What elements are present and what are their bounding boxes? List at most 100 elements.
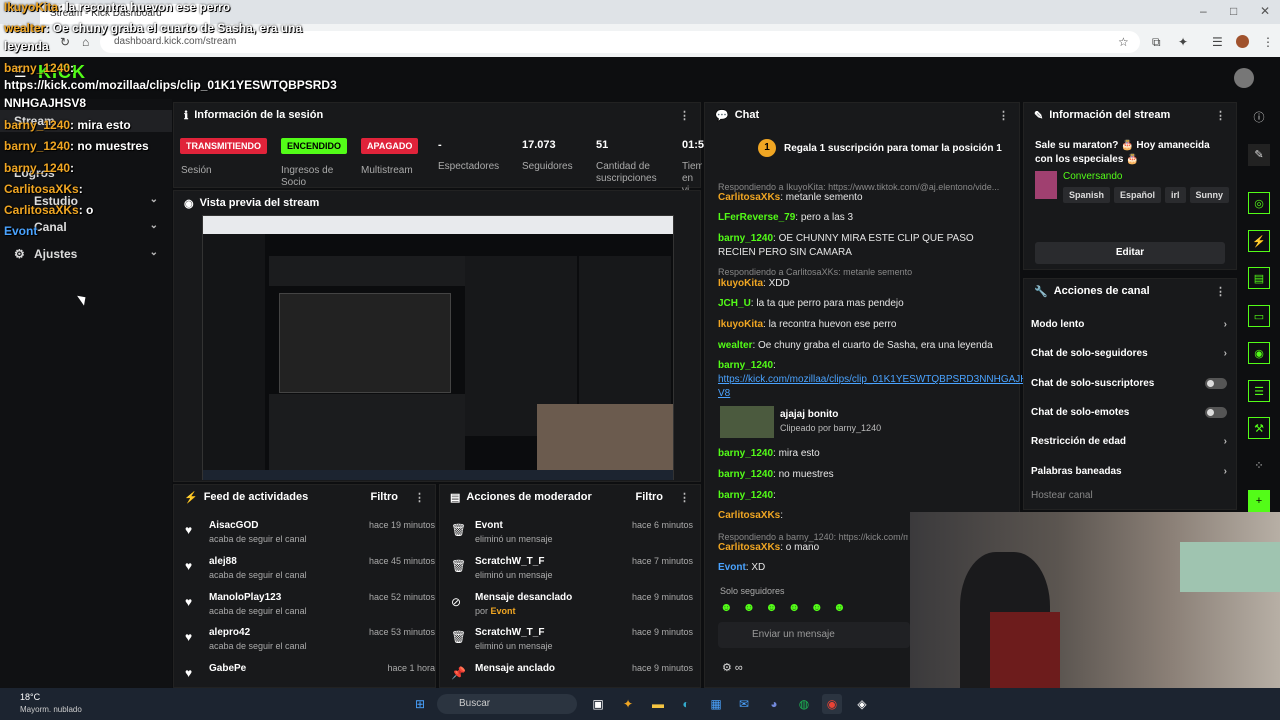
media-icon[interactable]: ☰ xyxy=(1212,35,1223,49)
outlook-icon[interactable]: ✉ xyxy=(734,694,754,714)
chrome-icon[interactable]: ◉ xyxy=(822,694,842,714)
menu-icon[interactable]: ⋮ xyxy=(1262,35,1274,49)
chevron-right-icon: › xyxy=(1223,348,1227,359)
action-age-restriction[interactable]: Restricción de edad › xyxy=(1031,436,1227,447)
wrench-icon: 🔧 xyxy=(1034,285,1048,298)
action-banned-words[interactable]: Palabras baneadas › xyxy=(1031,466,1227,477)
chat-mode-label: Solo seguidores xyxy=(720,586,785,596)
overlay-chat-line: leyenda xyxy=(4,39,49,53)
task-view-icon[interactable]: ▣ xyxy=(588,694,608,714)
chat-settings-icon[interactable]: ⚙ ∞ xyxy=(722,661,743,674)
close-icon[interactable]: ✕ xyxy=(1260,4,1270,18)
sidebar-item-ajustes[interactable]: ⚙ Ajustes ⌄ xyxy=(0,243,172,265)
chevron-right-icon: › xyxy=(1223,436,1227,447)
toggle-switch[interactable] xyxy=(1205,378,1227,389)
app-icon[interactable]: ◈ xyxy=(852,694,872,714)
more-options-icon[interactable]: ⋮ xyxy=(1215,285,1226,298)
taskbar-search[interactable]: Buscar xyxy=(437,694,577,714)
action-subscribers-only[interactable]: Chat de solo-suscriptores xyxy=(1031,378,1227,389)
home-icon[interactable]: ⌂ xyxy=(82,35,89,49)
action-slow-mode[interactable]: Modo lento › xyxy=(1031,319,1227,330)
chat-message: barny_1240: xyxy=(718,360,776,371)
chat-message: wealter: Oe chuny graba el cuarto de Sas… xyxy=(718,340,993,351)
filter-button[interactable]: Filtro xyxy=(636,491,664,503)
chat-input[interactable]: Enviar un mensaje xyxy=(718,622,910,648)
more-options-icon[interactable]: ⋮ xyxy=(1215,109,1226,122)
tag[interactable]: Spanish xyxy=(1063,187,1111,203)
extension-icon[interactable]: ⧉ xyxy=(1152,35,1161,50)
stream-preview-video[interactable] xyxy=(202,215,674,480)
pencil-icon[interactable]: ✎ xyxy=(1248,144,1270,166)
stat-value: 01:5 xyxy=(682,139,705,151)
more-options-icon[interactable]: ⋮ xyxy=(998,109,1009,122)
tag[interactable]: irl xyxy=(1165,187,1186,203)
panel-header: ✎ Información del stream ⋮ xyxy=(1034,109,1226,122)
tag[interactable]: Español xyxy=(1114,187,1162,203)
clip-thumbnail[interactable] xyxy=(720,406,774,438)
edit-icon: ✎ xyxy=(1034,109,1044,122)
windows-start-icon[interactable]: ⊞ xyxy=(410,694,430,714)
nested-browser-bar xyxy=(203,216,673,234)
chat-link[interactable]: https://kick.com/mozillaa/clips/clip_01K… xyxy=(718,373,1034,401)
more-options-icon[interactable]: ⋮ xyxy=(679,491,690,504)
bookmark-star-icon[interactable]: ☆ xyxy=(1118,35,1129,49)
webcam-feed xyxy=(910,512,1280,688)
chevron-right-icon: › xyxy=(1223,466,1227,477)
wrench-icon[interactable]: ⚒ xyxy=(1248,417,1270,439)
stream-title: Sale su maraton? 🎂 Hoy amanecida con los… xyxy=(1035,140,1210,165)
list-icon[interactable]: ☰ xyxy=(1248,380,1270,402)
card-icon[interactable]: ▤ xyxy=(1248,267,1270,289)
webcam-person xyxy=(990,612,1060,688)
folder-icon[interactable]: ▬ xyxy=(648,694,668,714)
copilot-icon[interactable]: ✦ xyxy=(618,694,638,714)
heart-icon: ♥ xyxy=(185,523,193,537)
stat-value: - xyxy=(438,139,442,151)
action-emotes-only[interactable]: Chat de solo-emotes xyxy=(1031,407,1227,418)
broadcast-icon[interactable]: ◉ xyxy=(1248,342,1270,364)
apps-icon[interactable]: ⁘ xyxy=(1248,455,1270,477)
spotify-icon[interactable]: ◍ xyxy=(794,694,814,714)
webcam-pillow xyxy=(1180,542,1280,592)
chat-message: LFerReverse_79: pero a las 3 xyxy=(718,212,854,223)
nested-sidebar xyxy=(203,234,265,479)
info-icon[interactable]: ⓘ xyxy=(1248,107,1270,129)
bolt-icon[interactable]: ⚡ xyxy=(1248,230,1270,252)
gift-sub-banner[interactable]: Regala 1 suscripción para tomar la posic… xyxy=(784,143,1002,154)
chevron-right-icon: › xyxy=(1223,319,1227,330)
discord-icon[interactable]: ◕ xyxy=(764,694,784,714)
minimize-icon[interactable]: – xyxy=(1200,4,1207,18)
overlay-chat-line: barny_1240: no muestres xyxy=(4,139,149,153)
overlay-chat-line: CarlitosaXKs: o xyxy=(4,203,94,217)
edit-button[interactable]: Editar xyxy=(1035,242,1225,264)
weather-desc: Mayorm. nublado xyxy=(20,705,82,714)
action-followers-only[interactable]: Chat de solo-seguidores › xyxy=(1031,348,1227,359)
chat-bubble-icon[interactable]: ▭ xyxy=(1248,305,1270,327)
tag[interactable]: Sunny xyxy=(1189,187,1230,203)
target-icon[interactable]: ◎ xyxy=(1248,192,1270,214)
stat-label: Cantidad de suscripciones xyxy=(596,161,657,184)
maximize-icon[interactable]: □ xyxy=(1230,4,1237,18)
action-host-channel[interactable]: Hostear canal xyxy=(1031,490,1227,501)
list-item: ♥ alepro42 acaba de seguir el canal hace 53… xyxy=(185,627,435,651)
clip-title[interactable]: ajajaj bonito xyxy=(780,409,838,420)
more-options-icon[interactable]: ⋮ xyxy=(414,491,425,504)
overlay-chat-line: IkuyoKita: la recontra huevon ese perro xyxy=(4,0,231,14)
list-item: ♥ GabePe hace 1 hora xyxy=(185,663,435,680)
category-name[interactable]: Conversando xyxy=(1063,171,1122,182)
emote-bar[interactable]: ☻☻☻☻☻☻ xyxy=(720,600,856,614)
store-icon[interactable]: ▦ xyxy=(706,694,726,714)
puzzle-icon[interactable]: ✦ xyxy=(1178,35,1188,49)
heart-icon: ♥ xyxy=(185,630,193,644)
toggle-switch[interactable] xyxy=(1205,407,1227,418)
trash-icon: 🗑 xyxy=(451,630,467,644)
reload-icon[interactable]: ↻ xyxy=(60,35,70,49)
add-icon[interactable]: + xyxy=(1248,490,1270,512)
filter-button[interactable]: Filtro xyxy=(371,491,399,503)
profile-avatar[interactable] xyxy=(1236,35,1249,48)
chat-message: JCH_U: la ta que perro para mas pendejo xyxy=(718,298,904,309)
edge-icon[interactable]: ◐ xyxy=(676,694,696,714)
lightning-icon: ⚡ xyxy=(184,491,198,504)
more-options-icon[interactable]: ⋮ xyxy=(679,109,690,122)
nested-feed xyxy=(269,394,465,474)
user-avatar[interactable] xyxy=(1234,68,1254,88)
